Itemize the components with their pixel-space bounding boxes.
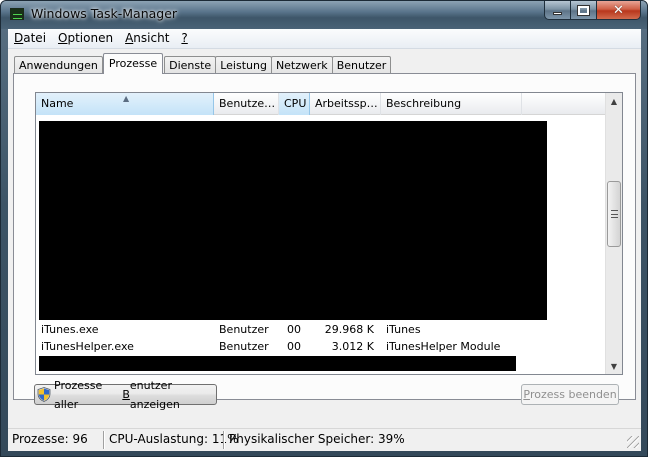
vertical-scrollbar[interactable]: ▲ ▼ (605, 93, 622, 374)
tab-netzwerk[interactable]: Netzwerk (270, 56, 333, 74)
column-user[interactable]: Benutze… (214, 93, 279, 115)
cell-cpu: 00 (287, 340, 301, 353)
tab-prozesse[interactable]: Prozesse (102, 53, 164, 74)
list-header: Name ▲ Benutze… CPU Arbeitssp… Beschreib… (36, 93, 607, 115)
scroll-thumb[interactable] (607, 181, 621, 247)
cell-description: iTunesHelper Module (386, 340, 501, 353)
menu-help[interactable]: ? (175, 29, 193, 48)
status-memory: Physikalischer Speicher: 39% (229, 432, 405, 446)
title-bar[interactable]: Windows Task-Manager ✕ (1, 1, 647, 29)
column-filler (522, 93, 607, 115)
end-process-accel: P (523, 388, 530, 401)
menu-datei-accel: D (14, 31, 24, 45)
redacted-rows-block (39, 121, 547, 320)
cell-user: Benutzer (219, 340, 269, 353)
status-cpu: CPU-Auslastung: 11% (109, 432, 239, 446)
close-button[interactable]: ✕ (597, 1, 641, 20)
menu-ansicht-label: nsicht (133, 31, 170, 45)
menu-optionen-label: ptionen (67, 31, 114, 45)
status-processes: Prozesse: 96 (12, 432, 88, 446)
task-manager-icon (10, 8, 24, 20)
cell-memory: 29.968 K (324, 323, 374, 336)
task-manager-window: Windows Task-Manager ✕ Datei Optionen An… (0, 0, 648, 457)
status-bar: Prozesse: 96 CPU-Auslastung: 11% Physika… (8, 428, 641, 450)
cell-name: iTunes.exe (41, 323, 99, 336)
column-name[interactable]: Name ▲ (36, 93, 214, 115)
maximize-button[interactable] (571, 1, 597, 20)
resize-grip-icon[interactable] (627, 436, 639, 448)
cell-user: Benutzer (219, 323, 269, 336)
sort-ascending-icon: ▲ (123, 94, 130, 103)
minimize-icon (553, 12, 562, 15)
status-divider (103, 431, 105, 449)
end-process-button[interactable]: Prozess beenden (521, 384, 619, 405)
tab-anwendungen[interactable]: Anwendungen (14, 56, 103, 74)
tab-benutzer[interactable]: Benutzer (331, 56, 392, 74)
menu-datei-label: atei (23, 31, 47, 45)
status-divider (223, 431, 225, 449)
caption-buttons: ✕ (544, 1, 641, 21)
menu-datei[interactable]: Datei (8, 29, 52, 48)
menu-help-accel: ? (181, 31, 188, 45)
window-title: Windows Task-Manager (31, 6, 178, 21)
close-icon: ✕ (613, 2, 624, 18)
cell-cpu: 00 (287, 323, 301, 336)
show-all-label-b: enutzer anzeigen (129, 378, 180, 411)
tab-dienste[interactable]: Dienste (164, 56, 217, 74)
scroll-down-icon[interactable]: ▼ (606, 358, 622, 374)
show-all-accel: B (122, 388, 130, 401)
table-row[interactable]: iTunes.exe Benutzer 00 29.968 K iTunes (36, 321, 607, 338)
column-description[interactable]: Beschreibung (381, 93, 522, 115)
menu-optionen[interactable]: Optionen (52, 29, 119, 48)
cell-description: iTunes (386, 323, 421, 336)
redacted-row (39, 356, 516, 371)
tab-strip: Anwendungen Prozesse Dienste Leistung Ne… (14, 53, 392, 74)
menu-ansicht[interactable]: Ansicht (119, 29, 175, 48)
column-memory[interactable]: Arbeitssp… (310, 93, 381, 115)
cell-memory: 3.012 K (331, 340, 374, 353)
processes-panel: Name ▲ Benutze… CPU Arbeitssp… Beschreib… (13, 73, 636, 400)
menu-bar: Datei Optionen Ansicht ? (8, 29, 641, 49)
client-area: Datei Optionen Ansicht ? Anwendungen Pro… (8, 29, 641, 451)
cell-name: iTunesHelper.exe (41, 340, 134, 353)
show-all-label-a: Prozesse aller (54, 378, 103, 411)
uac-shield-icon (37, 387, 51, 402)
table-row[interactable]: iTunesHelper.exe Benutzer 00 3.012 K iTu… (36, 338, 607, 355)
show-all-users-button[interactable]: Prozesse aller Benutzer anzeigen (34, 379, 217, 411)
grip-icon (611, 210, 618, 218)
minimize-button[interactable] (544, 1, 571, 20)
scroll-up-icon[interactable]: ▲ (606, 93, 622, 109)
column-cpu[interactable]: CPU (279, 93, 310, 115)
process-list[interactable]: Name ▲ Benutze… CPU Arbeitssp… Beschreib… (35, 92, 623, 375)
column-name-label: Name (41, 97, 74, 110)
end-process-label-b: rozess beenden (529, 388, 617, 401)
maximize-icon (577, 4, 590, 16)
tab-leistung[interactable]: Leistung (215, 56, 272, 74)
